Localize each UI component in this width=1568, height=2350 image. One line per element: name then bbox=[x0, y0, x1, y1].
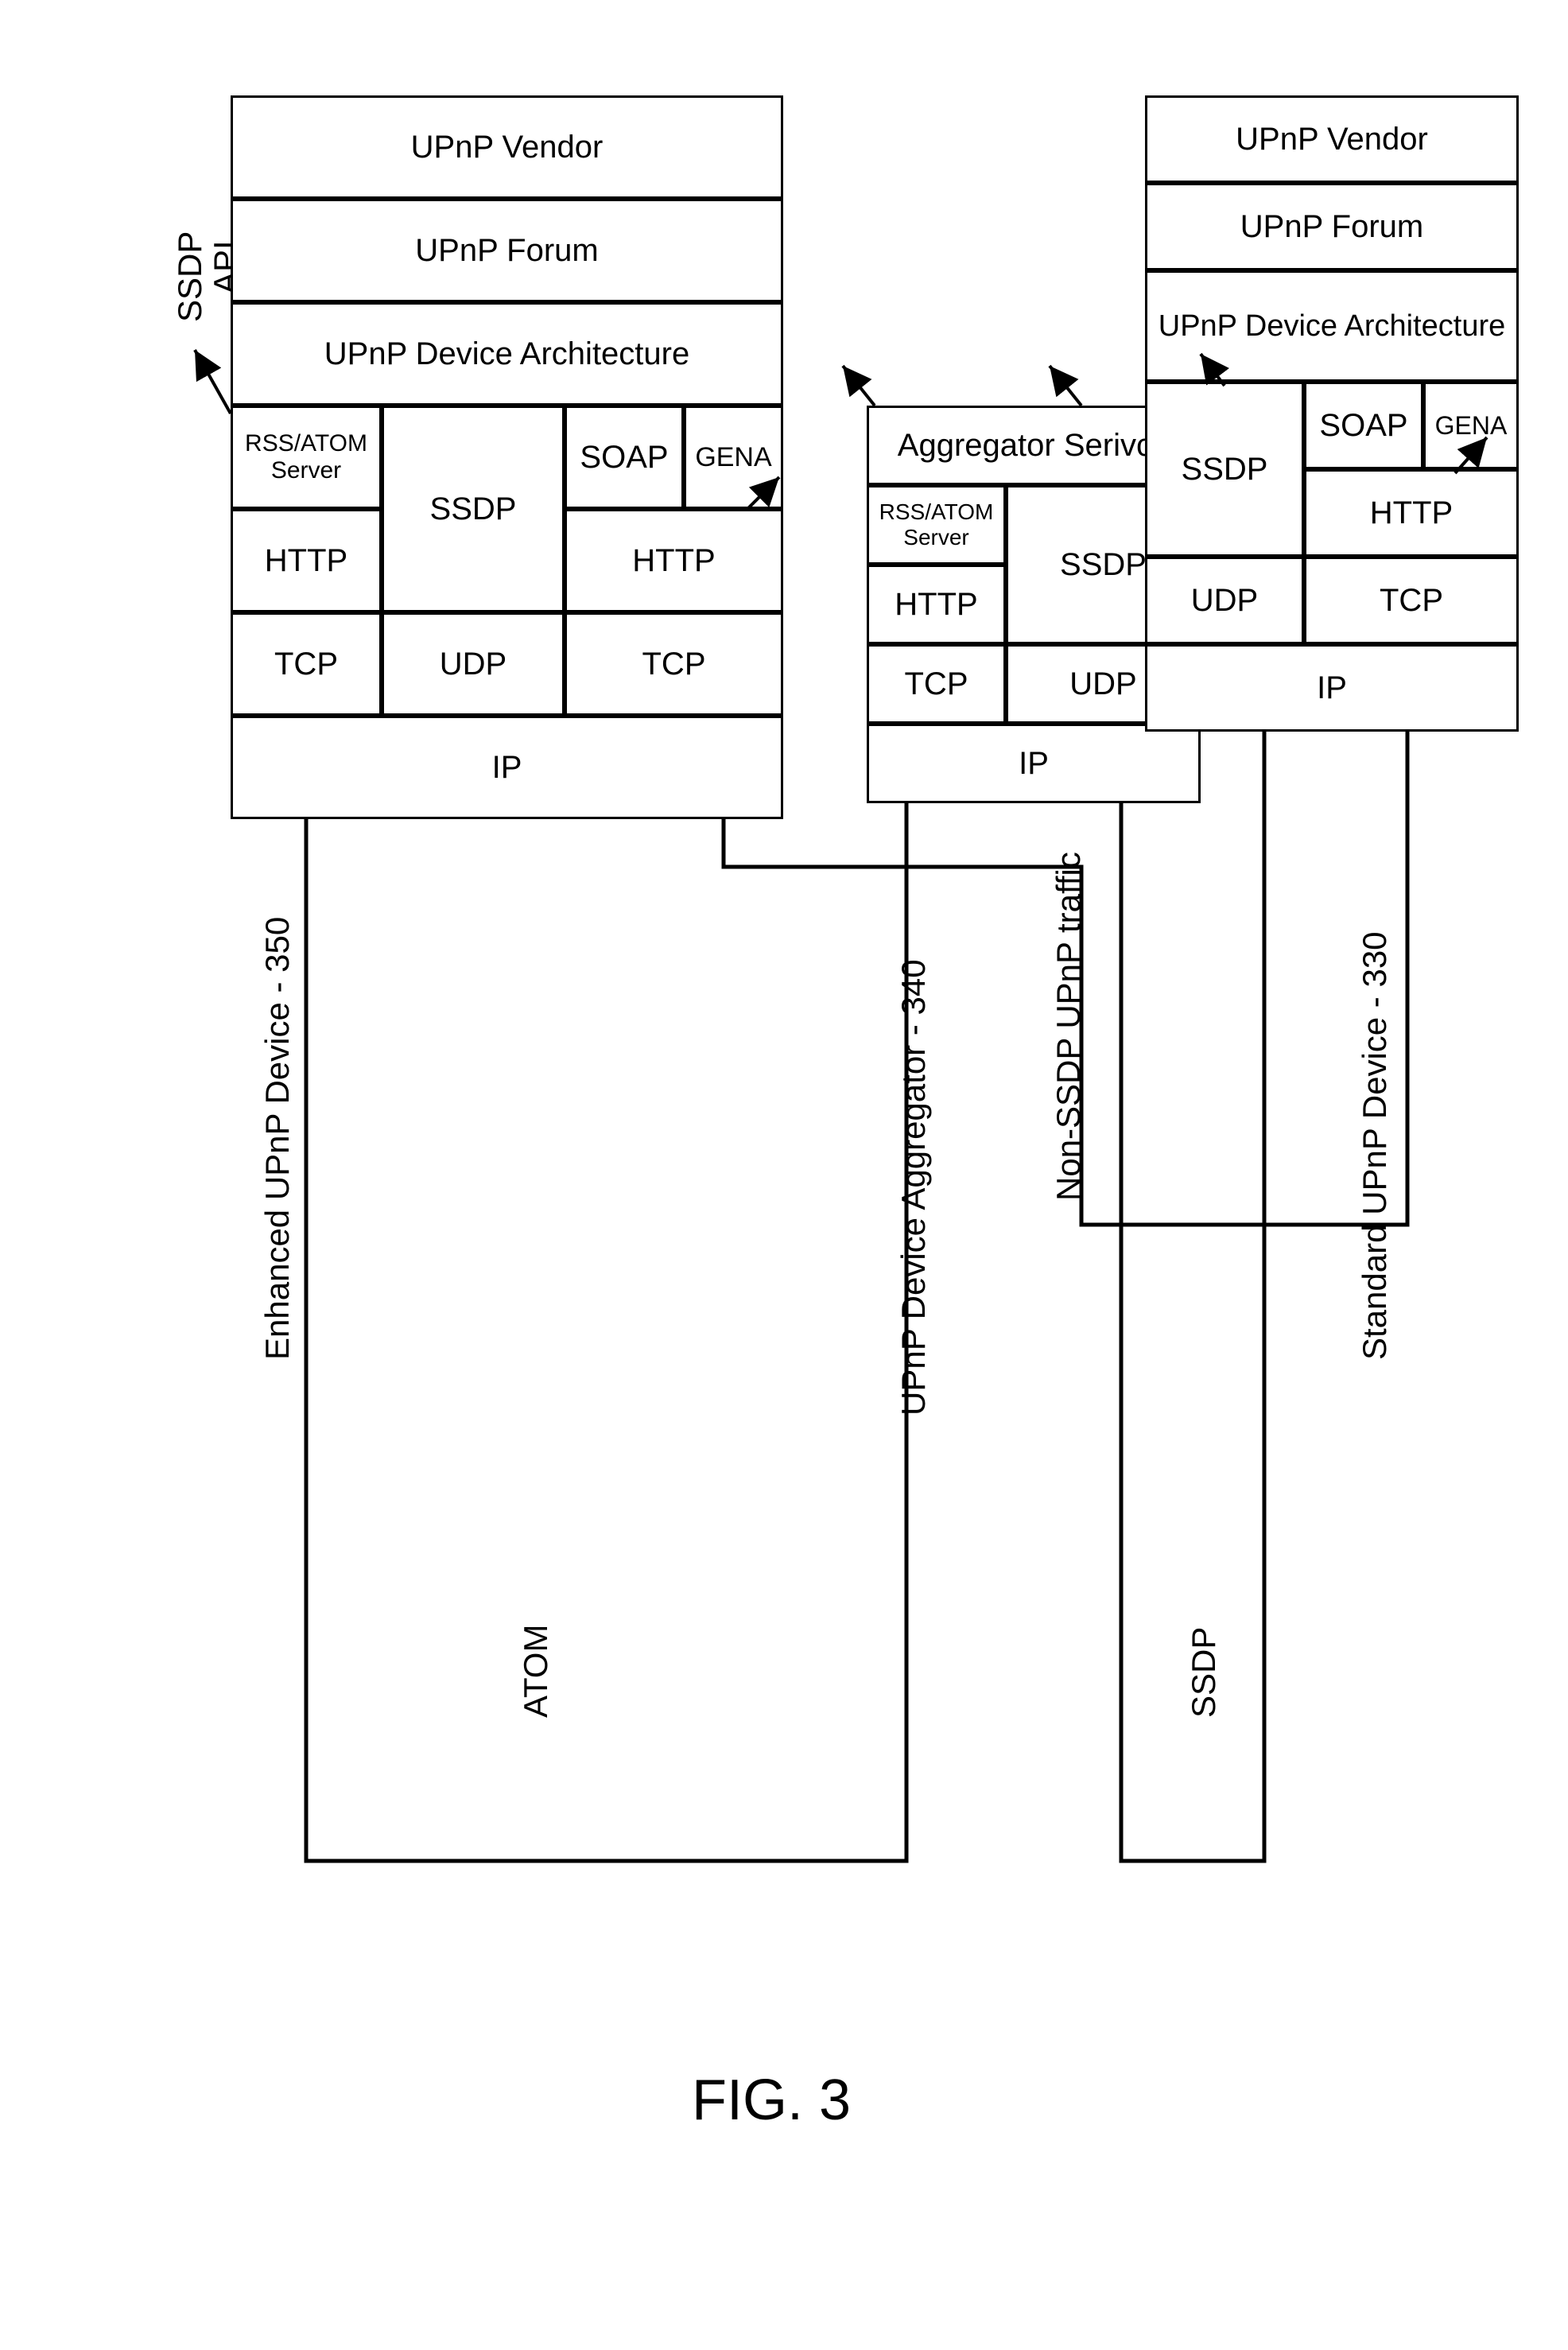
enhanced-vendor: UPnP Vendor bbox=[231, 95, 783, 199]
enhanced-http-right: HTTP bbox=[565, 509, 783, 612]
standard-gena: GENA bbox=[1423, 382, 1519, 469]
enhanced-forum: UPnP Forum bbox=[231, 199, 783, 302]
enhanced-rss-atom: RSS/ATOM Server bbox=[231, 406, 382, 509]
diagram-root: SSDP API UPnP Vendor UPnP Forum UPnP Dev… bbox=[32, 32, 1536, 2318]
atom-link-label: ATOM bbox=[517, 1625, 555, 1718]
enhanced-ip-text: IP bbox=[492, 750, 522, 786]
standard-udp-text: UDP bbox=[1191, 583, 1258, 619]
enhanced-http-left-text: HTTP bbox=[265, 543, 347, 579]
aggregator-udp-text: UDP bbox=[1069, 666, 1136, 702]
enhanced-udp-text: UDP bbox=[440, 647, 506, 682]
ssdp-link-label: SSDP bbox=[1185, 1627, 1223, 1718]
standard-ip: IP bbox=[1145, 644, 1519, 732]
non-ssdp-link-label: Non-SSDP UPnP traffic bbox=[1050, 852, 1088, 1201]
enhanced-http-right-text: HTTP bbox=[632, 543, 715, 579]
enhanced-tcp-left: TCP bbox=[231, 612, 382, 716]
standard-arch-text: UPnP Device Architecture bbox=[1159, 309, 1506, 344]
standard-soap: SOAP bbox=[1304, 382, 1423, 469]
aggregator-caption: UPnP Device Aggregator - 340 bbox=[895, 959, 933, 1416]
enhanced-ssdp: SSDP bbox=[382, 406, 565, 612]
enhanced-gena: GENA bbox=[684, 406, 783, 509]
ssdp-api-label-1: SSDP bbox=[171, 231, 209, 322]
enhanced-http-left: HTTP bbox=[231, 509, 382, 612]
enhanced-gena-text: GENA bbox=[695, 442, 771, 473]
standard-vendor: UPnP Vendor bbox=[1145, 95, 1519, 183]
figure-label: FIG. 3 bbox=[692, 2068, 851, 2133]
enhanced-arch-text: UPnP Device Architecture bbox=[324, 336, 689, 372]
enhanced-soap: SOAP bbox=[565, 406, 684, 509]
standard-arch: UPnP Device Architecture bbox=[1145, 270, 1519, 382]
standard-soap-text: SOAP bbox=[1319, 408, 1407, 444]
aggregator-http: HTTP bbox=[867, 565, 1006, 644]
enhanced-ssdp-text: SSDP bbox=[430, 491, 517, 527]
enhanced-arch: UPnP Device Architecture bbox=[231, 302, 783, 406]
enhanced-soap-text: SOAP bbox=[580, 440, 668, 476]
enhanced-tcp-right-text: TCP bbox=[642, 647, 706, 682]
enhanced-forum-text: UPnP Forum bbox=[415, 233, 598, 269]
standard-vendor-text: UPnP Vendor bbox=[1236, 122, 1428, 157]
standard-tcp: TCP bbox=[1304, 557, 1519, 644]
aggregator-ssdp-text: SSDP bbox=[1060, 547, 1147, 583]
standard-http: HTTP bbox=[1304, 469, 1519, 557]
standard-gena-text: GENA bbox=[1435, 411, 1508, 441]
standard-tcp-text: TCP bbox=[1380, 583, 1443, 619]
enhanced-caption: Enhanced UPnP Device - 350 bbox=[258, 917, 297, 1360]
enhanced-ip: IP bbox=[231, 716, 783, 819]
aggregator-tcp-text: TCP bbox=[905, 666, 968, 702]
enhanced-tcp-left-text: TCP bbox=[274, 647, 338, 682]
enhanced-udp: UDP bbox=[382, 612, 565, 716]
enhanced-rss-atom-text: RSS/ATOM Server bbox=[233, 430, 379, 484]
standard-forum: UPnP Forum bbox=[1145, 183, 1519, 270]
aggregator-rss-atom: RSS/ATOM Server bbox=[867, 485, 1006, 565]
aggregator-rss-atom-text: RSS/ATOM Server bbox=[869, 499, 1003, 550]
aggregator-ip: IP bbox=[867, 724, 1201, 803]
enhanced-tcp-right: TCP bbox=[565, 612, 783, 716]
standard-udp: UDP bbox=[1145, 557, 1304, 644]
aggregator-http-text: HTTP bbox=[895, 587, 977, 623]
aggregator-tcp: TCP bbox=[867, 644, 1006, 724]
enhanced-vendor-text: UPnP Vendor bbox=[411, 130, 604, 165]
standard-caption: Standard UPnP Device - 330 bbox=[1356, 931, 1394, 1360]
aggregator-service-text: Aggregator Serivce bbox=[898, 428, 1170, 464]
standard-ip-text: IP bbox=[1317, 670, 1347, 706]
aggregator-ip-text: IP bbox=[1019, 746, 1049, 782]
standard-http-text: HTTP bbox=[1370, 495, 1453, 531]
standard-forum-text: UPnP Forum bbox=[1240, 209, 1423, 245]
standard-ssdp-text: SSDP bbox=[1182, 452, 1268, 487]
standard-ssdp: SSDP bbox=[1145, 382, 1304, 557]
